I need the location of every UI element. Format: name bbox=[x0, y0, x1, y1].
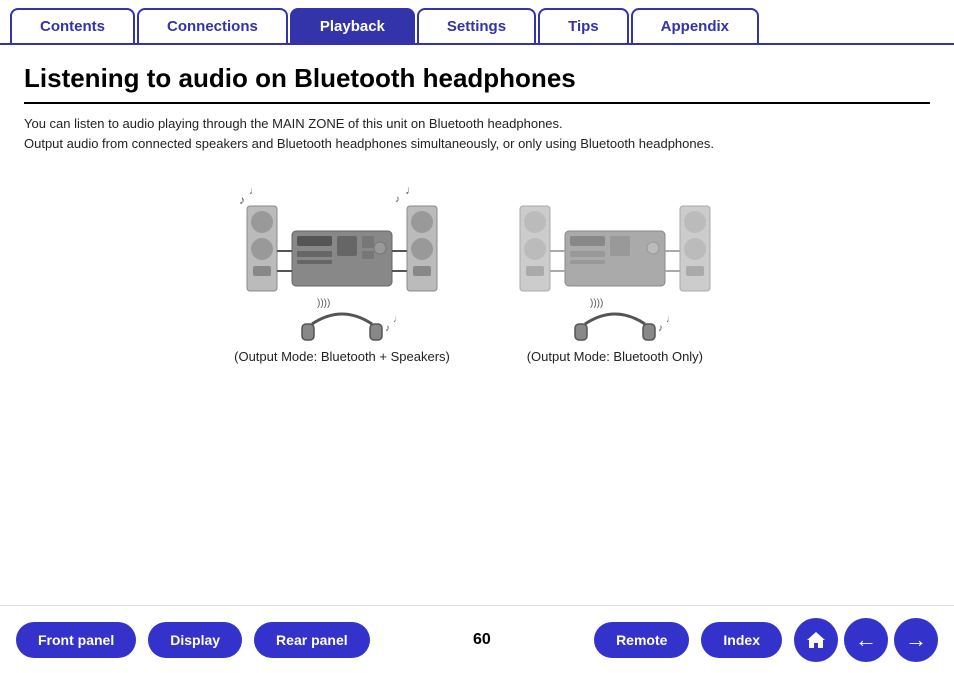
tab-appendix[interactable]: Appendix bbox=[631, 8, 759, 43]
svg-text:♪: ♪ bbox=[239, 193, 245, 207]
tab-playback[interactable]: Playback bbox=[290, 8, 415, 43]
tab-contents[interactable]: Contents bbox=[10, 8, 135, 43]
rear-panel-button[interactable]: Rear panel bbox=[254, 622, 370, 658]
description-line2: Output audio from connected speakers and… bbox=[24, 136, 714, 151]
tab-settings[interactable]: Settings bbox=[417, 8, 536, 43]
index-button[interactable]: Index bbox=[701, 622, 782, 658]
page-title: Listening to audio on Bluetooth headphon… bbox=[24, 63, 930, 104]
diagram-right-svg: )))) ♪ ♩ bbox=[510, 171, 720, 341]
svg-text:)))): )))) bbox=[317, 298, 330, 309]
tab-tips[interactable]: Tips bbox=[538, 8, 629, 43]
svg-text:♩: ♩ bbox=[666, 314, 675, 324]
svg-text:♩: ♩ bbox=[405, 183, 417, 197]
display-button[interactable]: Display bbox=[148, 622, 242, 658]
forward-button[interactable]: → bbox=[894, 618, 938, 662]
description-line1: You can listen to audio playing through … bbox=[24, 116, 563, 131]
svg-text:♩: ♩ bbox=[393, 314, 402, 324]
home-button[interactable] bbox=[794, 618, 838, 662]
nav-icon-buttons: ← → bbox=[794, 618, 938, 662]
caption-right: (Output Mode: Bluetooth Only) bbox=[527, 349, 703, 364]
diagram-bluetooth-only: )))) ♪ ♩ (Output Mode: Bluetooth Only) bbox=[510, 171, 720, 364]
remote-button[interactable]: Remote bbox=[594, 622, 689, 658]
diagram-bluetooth-speakers: ♪ ♩ ♪ ♩ bbox=[234, 171, 450, 364]
description: You can listen to audio playing through … bbox=[24, 114, 930, 153]
diagrams-container: ♪ ♩ ♪ ♩ bbox=[24, 171, 930, 364]
back-button[interactable]: ← bbox=[844, 618, 888, 662]
svg-text:♪: ♪ bbox=[385, 323, 390, 334]
front-panel-button[interactable]: Front panel bbox=[16, 622, 136, 658]
svg-text:♩: ♩ bbox=[249, 186, 259, 197]
diagram-left-svg: ♪ ♩ ♪ ♩ bbox=[237, 171, 447, 341]
page-number: 60 bbox=[390, 631, 574, 649]
tab-connections[interactable]: Connections bbox=[137, 8, 288, 43]
svg-text:♪: ♪ bbox=[658, 323, 663, 334]
bottom-navigation: Front panel Display Rear panel 60 Remote… bbox=[0, 605, 954, 673]
main-content: Listening to audio on Bluetooth headphon… bbox=[0, 45, 954, 374]
caption-left: (Output Mode: Bluetooth + Speakers) bbox=[234, 349, 450, 364]
top-navigation: Contents Connections Playback Settings T… bbox=[0, 0, 954, 45]
svg-text:)))): )))) bbox=[590, 298, 603, 309]
svg-text:♪: ♪ bbox=[395, 194, 400, 205]
